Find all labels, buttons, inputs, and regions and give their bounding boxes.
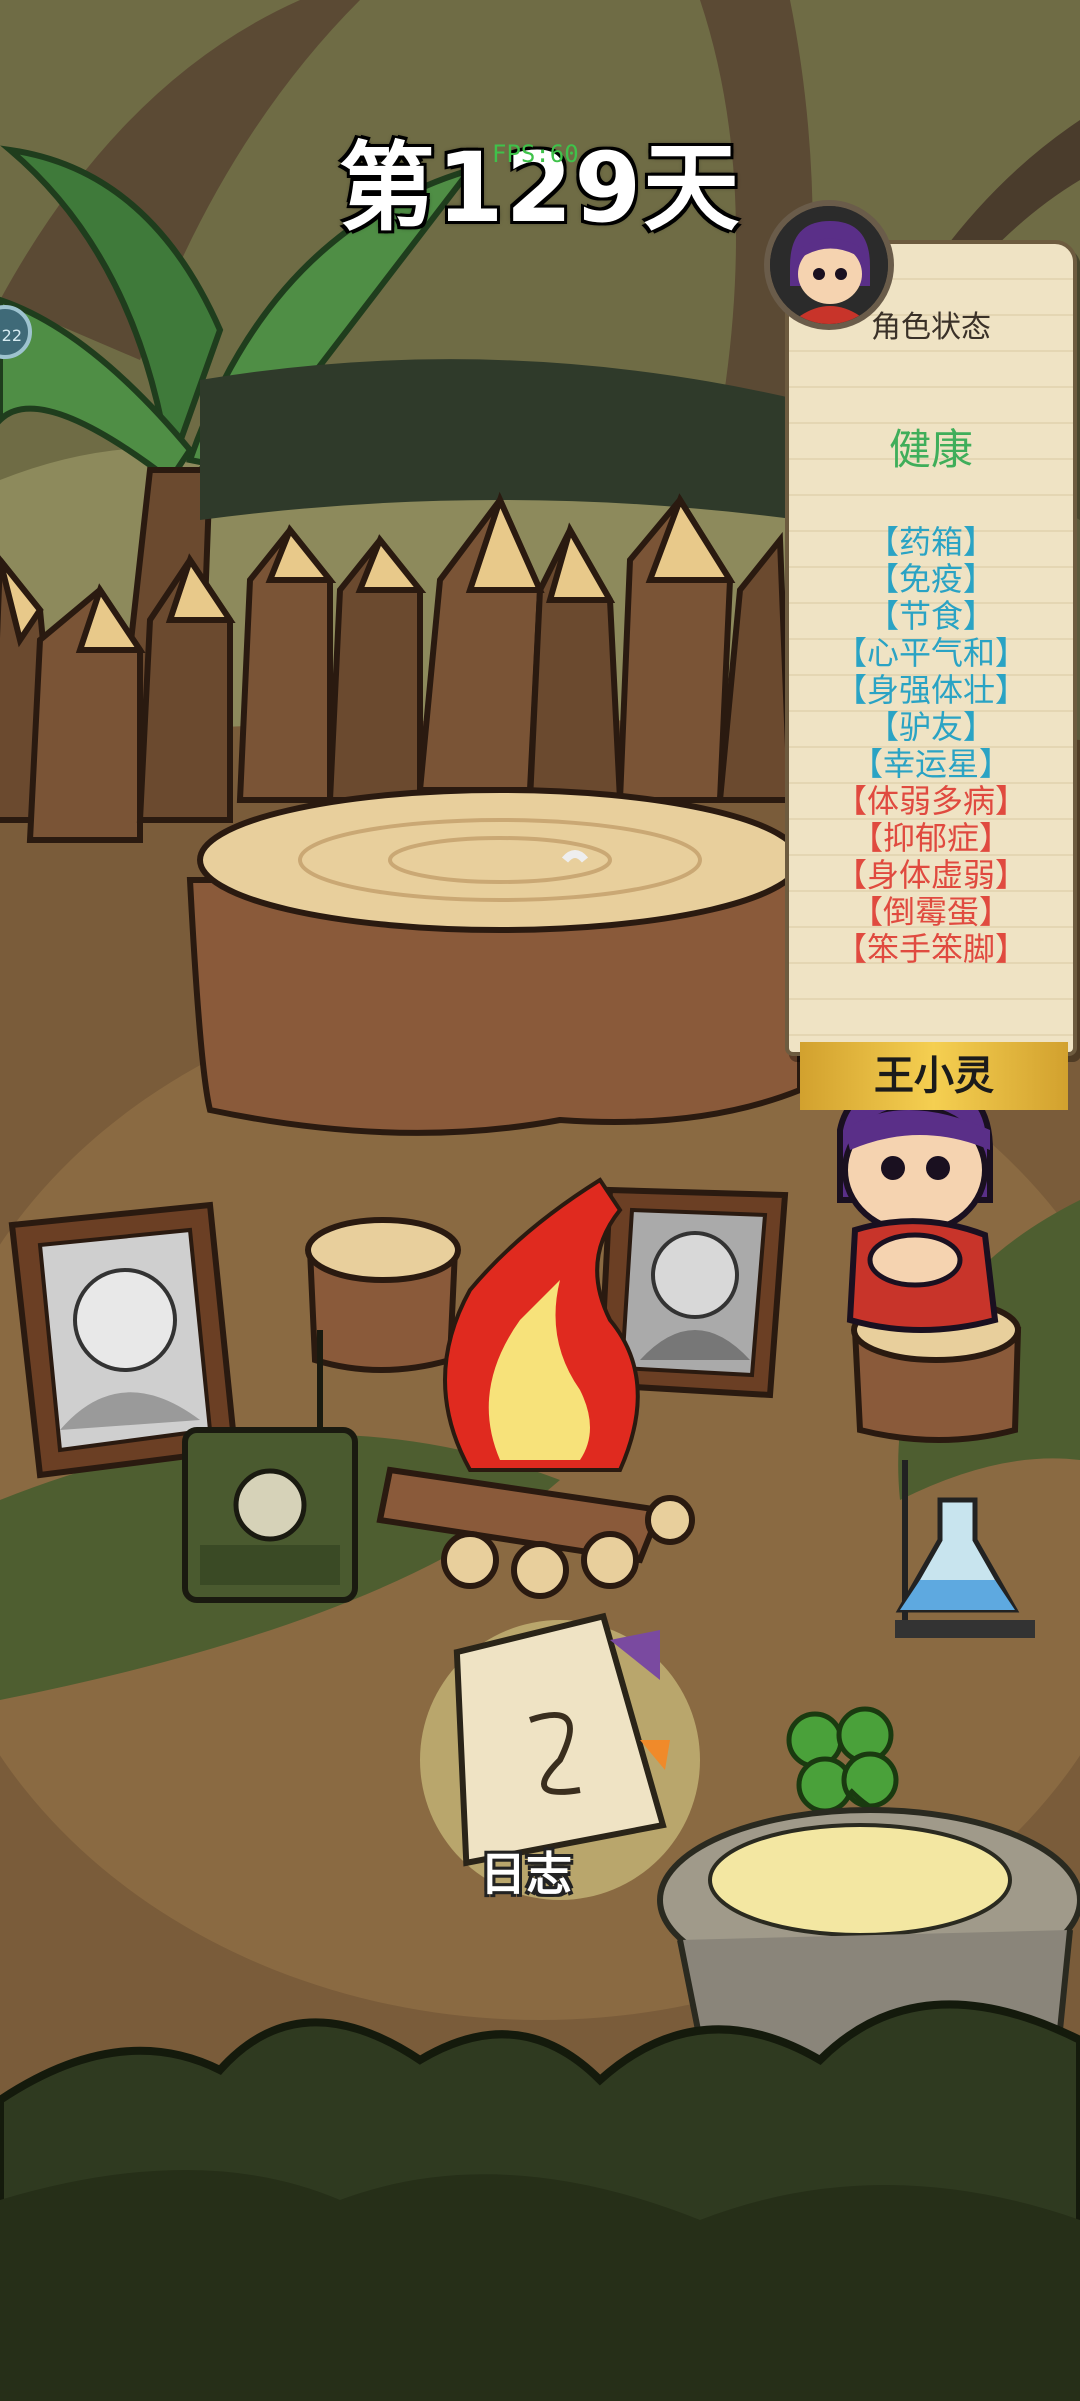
trait-list: 【药箱】 【免疫】 【节食】 【心平气和】 【身强体壮】 【驴友】 【幸运星】 … [789,524,1073,968]
trait-item: 【体弱多病】 [834,782,1027,820]
day-counter: 第129天 [338,132,742,244]
trait-item: 【心平气和】 [834,634,1027,672]
trait-item: 【免疫】 [866,560,995,598]
large-tree-stump [186,787,803,1136]
fps-counter: FPS:60 [492,140,579,168]
health-status: 健康 [888,425,973,474]
trait-item: 【身强体壮】 [834,671,1027,709]
trait-item: 【驴友】 [866,708,995,746]
small-stump [305,1217,461,1373]
journal-label[interactable]: 日志 [480,1838,572,1904]
character-avatar[interactable] [764,200,894,330]
trait-item: 【笨手笨脚】 [834,930,1027,968]
avatar-portrait [770,206,888,324]
trait-item: 【抑郁症】 [850,819,1011,857]
character-status-panel: 角色状态 健康 【药箱】 【免疫】 【节食】 【心平气和】 【身强体壮】 【驴友… [785,240,1077,1056]
trait-item: 【身体虚弱】 [834,856,1027,894]
character-sprite [837,1076,999,1333]
foreground-bushes-dark [0,2170,1080,2401]
trait-item: 【倒霉蛋】 [850,893,1011,931]
trait-item: 【节食】 [866,597,995,635]
trait-item: 【药箱】 [866,523,995,561]
trait-item: 【幸运星】 [850,745,1011,783]
character-name-banner[interactable]: 王小灵 [800,1042,1068,1110]
